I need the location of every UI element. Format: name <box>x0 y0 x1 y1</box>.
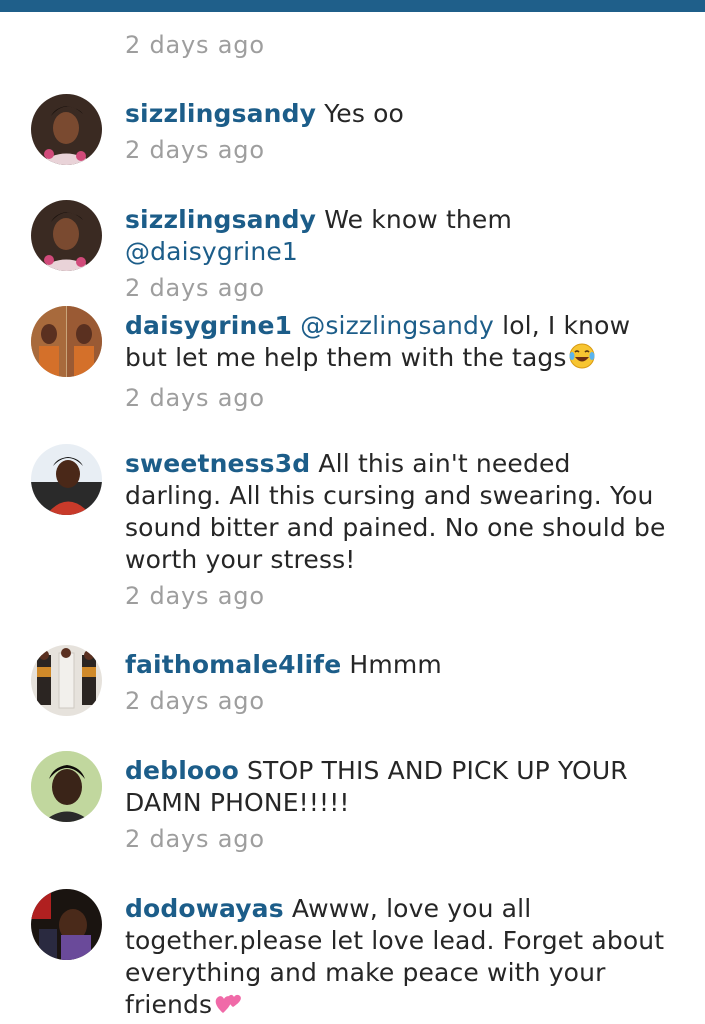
comment-text: deblooo STOP THIS AND PICK UP YOUR DAMN … <box>125 755 670 819</box>
comment-message: Hmmm <box>349 650 442 679</box>
avatar[interactable] <box>31 751 102 822</box>
comment-text: sweetness3d All this ain't needed darlin… <box>125 448 670 576</box>
avatar[interactable] <box>31 94 102 165</box>
comment-username[interactable]: daisygrine1 <box>125 311 292 340</box>
laughing-tears-emoji <box>568 342 596 378</box>
comment-text: faithomale4life Hmmm <box>125 649 670 681</box>
comment-timestamp: 2 days ago <box>125 384 265 412</box>
avatar[interactable] <box>31 306 102 377</box>
comment-mention[interactable]: @daisygrine1 <box>125 237 298 266</box>
comment-text: sizzlingsandy We know them @daisygrine1 <box>125 204 670 268</box>
comment-username[interactable]: sizzlingsandy <box>125 205 316 234</box>
comment-timestamp: 2 days ago <box>125 136 265 164</box>
comment-text: sizzlingsandy Yes oo <box>125 98 670 130</box>
comment-message: Yes oo <box>324 99 404 128</box>
comment-timestamp: 2 days ago <box>125 582 265 610</box>
comment-message: We know them <box>324 205 512 234</box>
avatar[interactable] <box>31 444 102 515</box>
comment-timestamp: 2 days ago <box>125 31 265 59</box>
top-bar <box>0 0 705 12</box>
comment-username[interactable]: dodowayas <box>125 894 284 923</box>
comment-timestamp: 2 days ago <box>125 687 265 715</box>
comment-username[interactable]: sweetness3d <box>125 449 310 478</box>
comment-text: dodowayas Awww, love you all together.pl… <box>125 893 670 1024</box>
avatar[interactable] <box>31 200 102 271</box>
comment-timestamp: 2 days ago <box>125 825 265 853</box>
comment-text: daisygrine1 @sizzlingsandy lol, I know b… <box>125 310 670 378</box>
comment-username[interactable]: sizzlingsandy <box>125 99 316 128</box>
comment-timestamp: 2 days ago <box>125 274 265 302</box>
comment-username[interactable]: deblooo <box>125 756 239 785</box>
avatar[interactable] <box>31 889 102 960</box>
comment-mention[interactable]: @sizzlingsandy <box>300 311 494 340</box>
two-hearts-emoji <box>213 989 243 1024</box>
comment-username[interactable]: faithomale4life <box>125 650 341 679</box>
avatar[interactable] <box>31 645 102 716</box>
